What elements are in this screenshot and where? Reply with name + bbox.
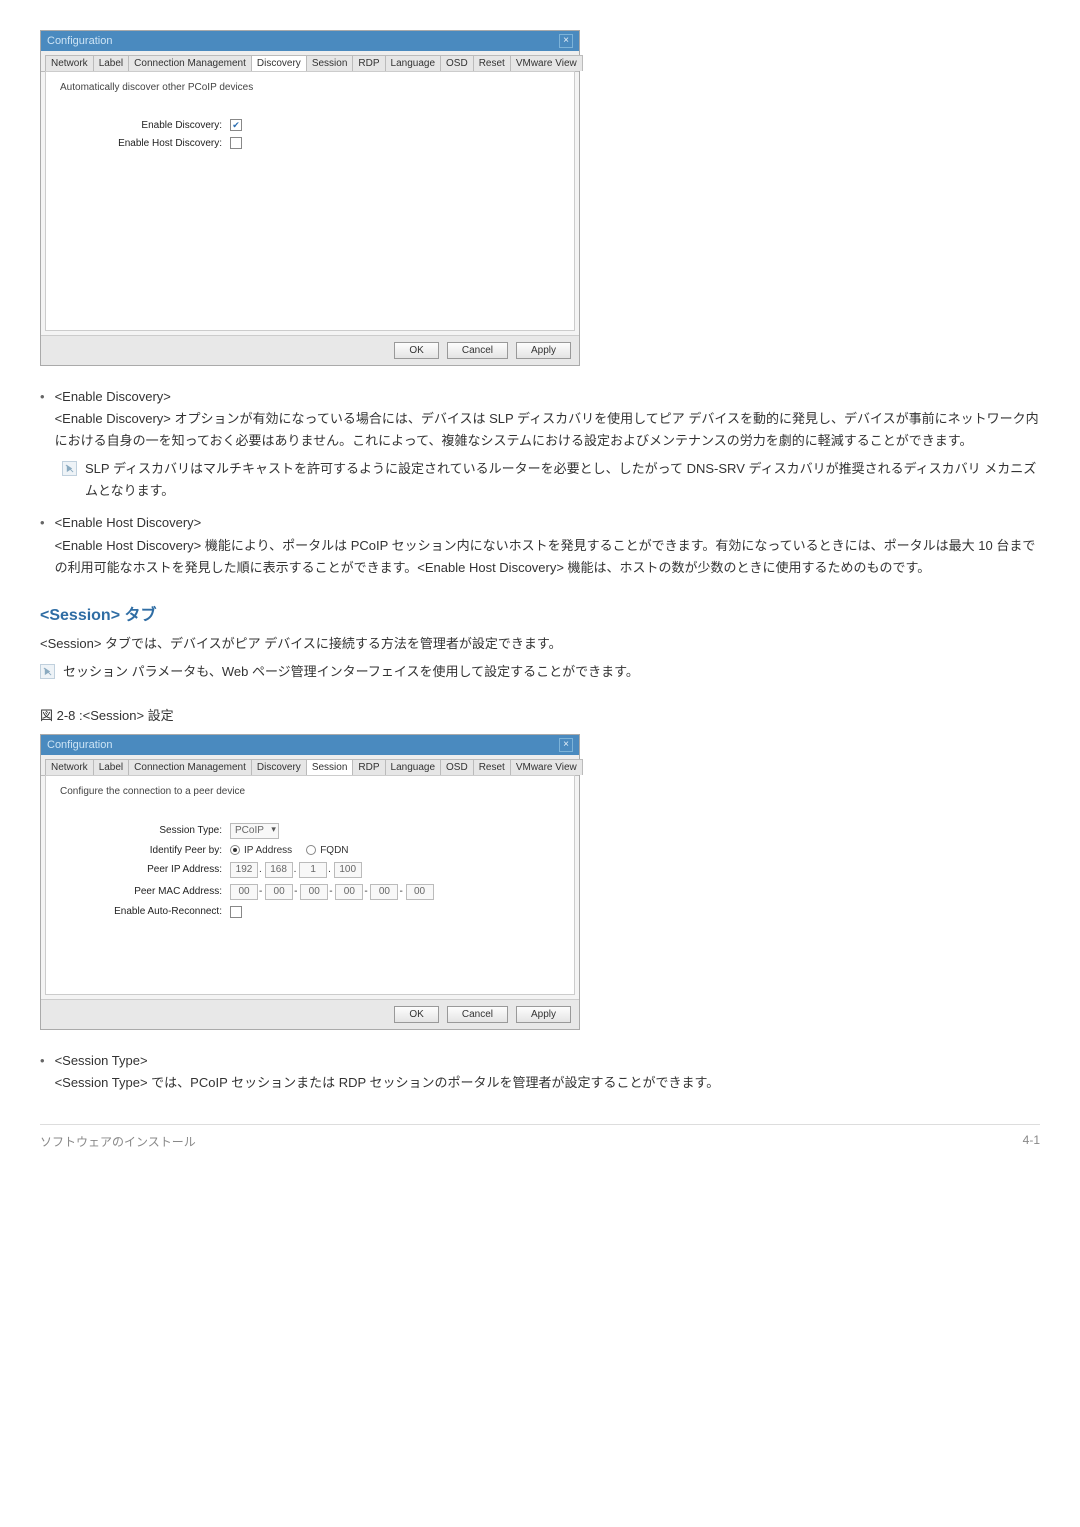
dialog-tabs: Network Label Connection Management Disc…: [41, 51, 579, 72]
peer-mac-label: Peer MAC Address:: [60, 886, 230, 897]
peer-mac-4[interactable]: 00: [335, 884, 363, 900]
peer-mac-1[interactable]: 00: [230, 884, 258, 900]
apply-button[interactable]: Apply: [516, 1006, 571, 1023]
tab-session[interactable]: Session: [306, 759, 354, 775]
radio-ip-label: IP Address: [244, 845, 292, 856]
tab-connection-management[interactable]: Connection Management: [128, 759, 252, 775]
term-session-type: <Session Type>: [55, 1050, 720, 1072]
note-text: SLP ディスカバリはマルチキャストを許可するように設定されているルーターを必要…: [85, 458, 1040, 502]
dialog-footer: OK Cancel Apply: [41, 335, 579, 365]
tab-rdp[interactable]: RDP: [352, 55, 385, 71]
tab-network[interactable]: Network: [45, 55, 94, 71]
session-paragraph: <Session> タブでは、デバイスがピア デバイスに接続する方法を管理者が設…: [40, 633, 1040, 655]
auto-reconnect-label: Enable Auto-Reconnect:: [60, 906, 230, 917]
dialog-titlebar: Configuration ×: [41, 735, 579, 755]
tab-session[interactable]: Session: [306, 55, 354, 71]
document-body: <Enable Discovery> <Enable Discovery> オプ…: [40, 386, 1040, 724]
term-enable-host-discovery: <Enable Host Discovery>: [55, 512, 1040, 534]
radio-fqdn-label: FQDN: [320, 845, 348, 856]
note-icon: [40, 664, 55, 679]
tab-osd[interactable]: OSD: [440, 55, 474, 71]
tab-vmware-view[interactable]: VMware View: [510, 759, 583, 775]
enable-host-discovery-checkbox[interactable]: [230, 137, 242, 149]
session-type-paragraph: <Session Type> では、PCoIP セッションまたは RDP セッシ…: [55, 1072, 720, 1094]
footer-right: 4-1: [1023, 1133, 1040, 1150]
close-icon[interactable]: ×: [559, 738, 573, 752]
note-slp: SLP ディスカバリはマルチキャストを許可するように設定されているルーターを必要…: [62, 458, 1040, 502]
tab-discovery[interactable]: Discovery: [251, 55, 307, 71]
tab-label[interactable]: Label: [93, 55, 129, 71]
session-type-label: Session Type:: [60, 825, 230, 836]
panel-description: Automatically discover other PCoIP devic…: [60, 82, 560, 93]
peer-mac-3[interactable]: 00: [300, 884, 328, 900]
dialog-title: Configuration: [47, 739, 112, 751]
ok-button[interactable]: OK: [394, 1006, 438, 1023]
identify-peer-label: Identify Peer by:: [60, 845, 230, 856]
peer-mac-5[interactable]: 00: [370, 884, 398, 900]
discovery-panel: Automatically discover other PCoIP devic…: [45, 71, 575, 331]
figure-caption: 図 2-8 :<Session> 設定: [40, 705, 1040, 724]
apply-button[interactable]: Apply: [516, 342, 571, 359]
peer-ip-octet-4[interactable]: 100: [334, 862, 362, 878]
dialog-titlebar: Configuration ×: [41, 31, 579, 51]
radio-fqdn[interactable]: FQDN: [306, 845, 348, 856]
page-footer: ソフトウェアのインストール 4-1: [40, 1124, 1040, 1150]
enable-discovery-checkbox[interactable]: ✔: [230, 119, 242, 131]
session-heading: <Session> タブ: [40, 601, 1040, 625]
note-text: セッション パラメータも、Web ページ管理インターフェイスを使用して設定するこ…: [63, 661, 639, 683]
enable-host-discovery-paragraph: <Enable Host Discovery> 機能により、ポータルは PCoI…: [55, 535, 1040, 579]
tab-language[interactable]: Language: [385, 55, 442, 71]
radio-dot-icon: [230, 845, 240, 855]
dialog-tabs: Network Label Connection Management Disc…: [41, 755, 579, 776]
panel-description: Configure the connection to a peer devic…: [60, 786, 560, 797]
tab-osd[interactable]: OSD: [440, 759, 474, 775]
document-body-2: <Session Type> <Session Type> では、PCoIP セ…: [40, 1050, 1040, 1094]
peer-ip-octet-1[interactable]: 192: [230, 862, 258, 878]
cancel-button[interactable]: Cancel: [447, 1006, 508, 1023]
session-panel: Configure the connection to a peer devic…: [45, 775, 575, 995]
ok-button[interactable]: OK: [394, 342, 438, 359]
peer-ip-octet-3[interactable]: 1: [299, 862, 327, 878]
dialog-footer: OK Cancel Apply: [41, 999, 579, 1029]
tab-connection-management[interactable]: Connection Management: [128, 55, 252, 71]
enable-discovery-label: Enable Discovery:: [60, 120, 230, 131]
enable-discovery-paragraph: <Enable Discovery> オプションが有効になっている場合には、デバ…: [55, 408, 1040, 452]
note-session: セッション パラメータも、Web ページ管理インターフェイスを使用して設定するこ…: [40, 661, 1040, 683]
configuration-dialog-discovery: Configuration × Network Label Connection…: [40, 30, 580, 366]
tab-network[interactable]: Network: [45, 759, 94, 775]
peer-ip-label: Peer IP Address:: [60, 864, 230, 875]
term-enable-discovery: <Enable Discovery>: [55, 386, 1040, 408]
close-icon[interactable]: ×: [559, 34, 573, 48]
cancel-button[interactable]: Cancel: [447, 342, 508, 359]
footer-left: ソフトウェアのインストール: [40, 1133, 196, 1150]
radio-dot-icon: [306, 845, 316, 855]
tab-vmware-view[interactable]: VMware View: [510, 55, 583, 71]
tab-label[interactable]: Label: [93, 759, 129, 775]
tab-rdp[interactable]: RDP: [352, 759, 385, 775]
peer-ip-octet-2[interactable]: 168: [265, 862, 293, 878]
auto-reconnect-checkbox[interactable]: [230, 906, 242, 918]
dialog-title: Configuration: [47, 35, 112, 47]
enable-host-discovery-label: Enable Host Discovery:: [60, 138, 230, 149]
tab-reset[interactable]: Reset: [473, 55, 511, 71]
tab-language[interactable]: Language: [385, 759, 442, 775]
configuration-dialog-session: Configuration × Network Label Connection…: [40, 734, 580, 1030]
tab-reset[interactable]: Reset: [473, 759, 511, 775]
session-type-dropdown[interactable]: PCoIP: [230, 823, 279, 839]
peer-mac-2[interactable]: 00: [265, 884, 293, 900]
tab-discovery[interactable]: Discovery: [251, 759, 307, 775]
peer-mac-6[interactable]: 00: [406, 884, 434, 900]
radio-ip-address[interactable]: IP Address: [230, 845, 292, 856]
note-icon: [62, 461, 77, 476]
